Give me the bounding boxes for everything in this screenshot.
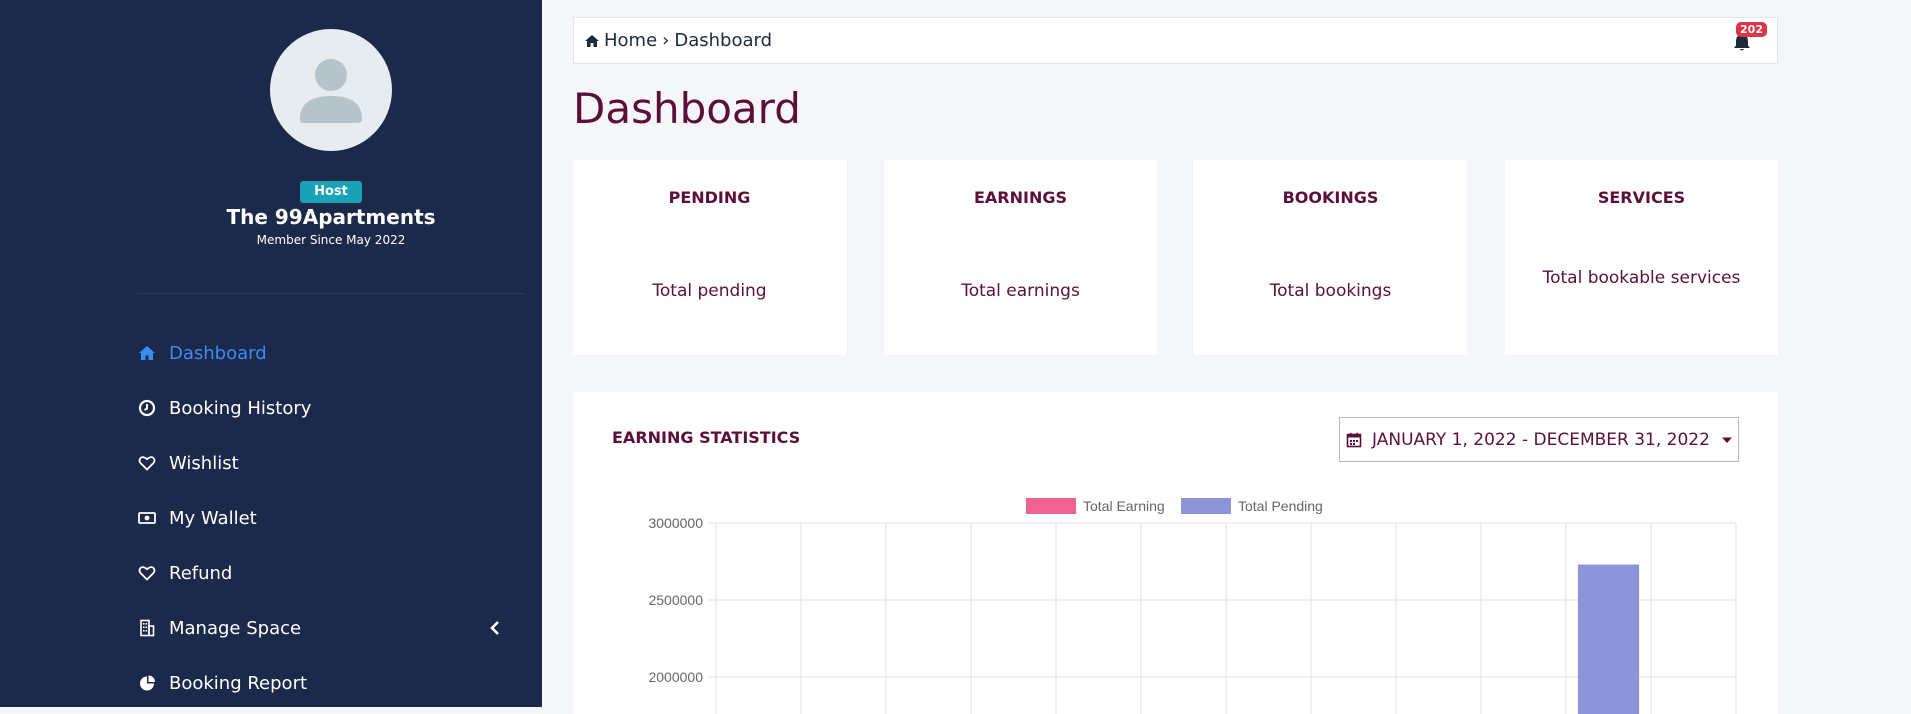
legend-swatch bbox=[1181, 498, 1231, 514]
stat-card-earnings: EARNINGS Total earnings bbox=[884, 160, 1157, 355]
earning-chart: 300000025000002000000 Total Earning Total… bbox=[648, 498, 1737, 714]
user-icon bbox=[300, 59, 362, 123]
card-text: Total pending bbox=[652, 281, 767, 301]
y-tick-label: 2000000 bbox=[648, 669, 703, 685]
legend-label: Total Earning bbox=[1083, 498, 1165, 514]
sidebar-item-wishlist[interactable]: Wishlist bbox=[137, 446, 525, 480]
sidebar-item-booking-report[interactable]: Booking Report bbox=[137, 666, 525, 700]
stat-card-services: SERVICES Total bookable services bbox=[1505, 160, 1778, 355]
page-title: Dashboard bbox=[573, 84, 801, 133]
y-tick-label: 3000000 bbox=[648, 515, 703, 531]
sidebar-item-label: Dashboard bbox=[169, 342, 267, 364]
sidebar-item-label: Manage Space bbox=[169, 617, 302, 639]
sidebar-item-label: Refund bbox=[169, 562, 233, 584]
card-title: SERVICES bbox=[1597, 188, 1686, 207]
pie-chart-icon bbox=[137, 673, 157, 693]
breadcrumb: Home › Dashboard 202 bbox=[573, 17, 1778, 64]
sidebar-item-my-wallet[interactable]: My Wallet bbox=[137, 501, 525, 535]
home-icon[interactable] bbox=[584, 33, 600, 49]
bar-total-pending bbox=[1577, 564, 1640, 714]
card-title: EARNINGS bbox=[973, 188, 1068, 207]
earning-statistics-panel: EARNING STATISTICS JANUARY 1, 2022 - DEC… bbox=[573, 392, 1778, 714]
sidebar: Host The 99Apartments Member Since May 2… bbox=[0, 0, 542, 707]
breadcrumb-current: Dashboard bbox=[674, 30, 773, 51]
chart-y-axis: 3000000 2500000 2000000 bbox=[648, 515, 703, 685]
legend-label: Total Pending bbox=[1238, 498, 1323, 514]
sidebar-item-label: Booking Report bbox=[169, 672, 308, 694]
role-badge: Host bbox=[300, 181, 362, 203]
chevron-left-icon[interactable] bbox=[485, 618, 505, 638]
sidebar-divider bbox=[137, 293, 525, 294]
y-tick-label: 2500000 bbox=[648, 592, 703, 608]
card-title: PENDING bbox=[668, 188, 751, 207]
sidebar-item-dashboard[interactable]: Dashboard bbox=[137, 336, 525, 370]
sidebar-item-label: My Wallet bbox=[169, 507, 257, 529]
avatar[interactable] bbox=[270, 29, 392, 151]
stat-card-pending: PENDING Total pending bbox=[573, 160, 846, 355]
card-text: Total earnings bbox=[961, 281, 1080, 301]
sidebar-item-label: Wishlist bbox=[169, 452, 239, 474]
chart-bars bbox=[1577, 564, 1640, 714]
breadcrumb-home-link[interactable]: Home bbox=[604, 30, 657, 51]
sidebar-item-label: Booking History bbox=[169, 397, 312, 419]
home-icon bbox=[137, 343, 157, 363]
money-icon bbox=[137, 508, 157, 528]
sidebar-item-refund[interactable]: Refund bbox=[137, 556, 525, 590]
member-since: Member Since May 2022 bbox=[256, 233, 406, 247]
card-text: Total bookings bbox=[1269, 281, 1392, 301]
user-name: The 99Apartments bbox=[226, 205, 436, 229]
clock-icon bbox=[137, 398, 157, 418]
legend-swatch bbox=[1026, 498, 1076, 514]
heart-icon bbox=[137, 563, 157, 583]
stat-card-bookings: BOOKINGS Total bookings bbox=[1194, 160, 1467, 355]
card-title: BOOKINGS bbox=[1282, 188, 1379, 207]
sidebar-item-booking-history[interactable]: Booking History bbox=[137, 391, 525, 425]
chart-legend: Total Earning Total Pending bbox=[1026, 498, 1323, 514]
building-icon bbox=[137, 618, 157, 638]
notification-badge: 202 bbox=[1736, 22, 1767, 37]
breadcrumb-separator: › bbox=[662, 30, 670, 51]
heart-icon bbox=[137, 453, 157, 473]
sidebar-item-manage-space[interactable]: Manage Space bbox=[137, 611, 525, 645]
card-text: Total bookable services bbox=[1542, 268, 1741, 288]
